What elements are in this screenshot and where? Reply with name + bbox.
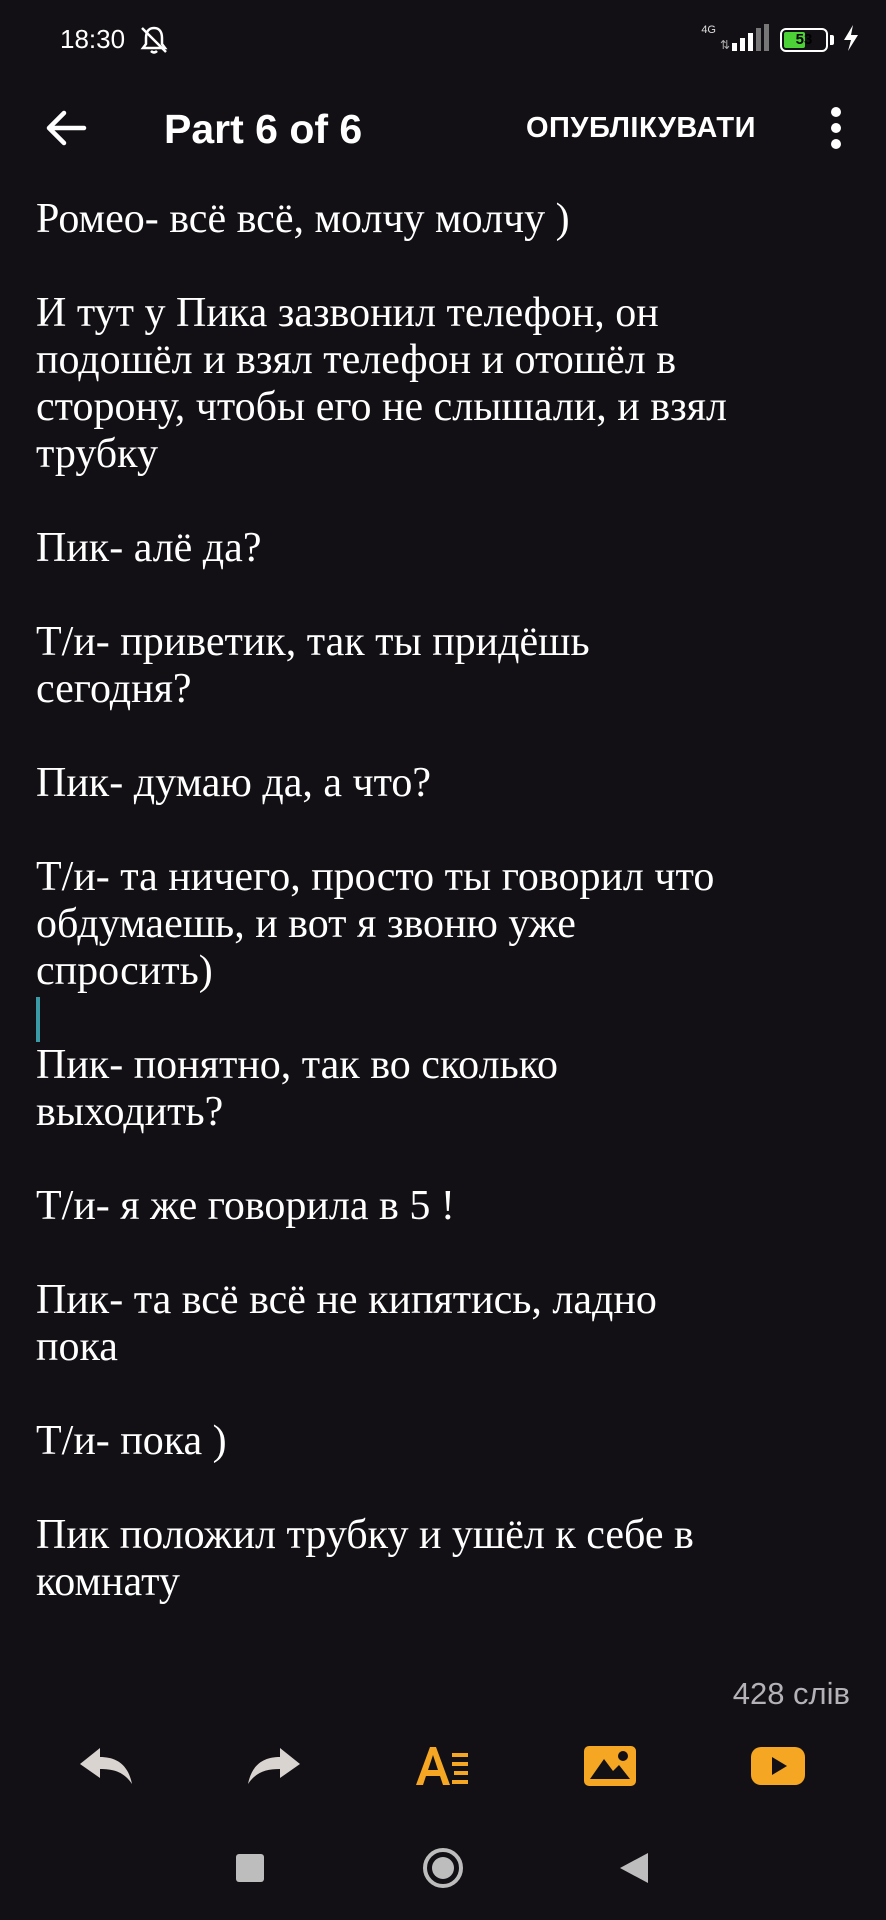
- text-line: трубку: [36, 431, 158, 477]
- text-line: Пик- думаю да, а что?: [36, 760, 432, 806]
- text-format-button[interactable]: [410, 1736, 474, 1800]
- charging-icon: [842, 24, 860, 57]
- status-time: 18:30: [60, 24, 126, 54]
- text-line: подошёл и взял телефон и отошёл в: [36, 337, 677, 383]
- back-nav-button[interactable]: [604, 1840, 664, 1900]
- undo-icon: [78, 1744, 134, 1793]
- battery-level: 53: [795, 31, 813, 48]
- insert-video-icon: [750, 1743, 806, 1794]
- page-title: Part 6 of 6: [164, 106, 363, 152]
- battery-icon: 53: [780, 28, 828, 52]
- text-line: [36, 478, 856, 525]
- home-button[interactable]: [413, 1840, 473, 1900]
- text-line: Ромео- всё всё, молчу молчу ): [36, 196, 570, 242]
- recents-button[interactable]: [220, 1840, 280, 1900]
- text-line: сегодня?: [36, 666, 192, 712]
- status-bar: 18:30 4G ⇅ 53: [0, 0, 886, 80]
- network-type: 4G: [701, 24, 716, 36]
- story-text-editor[interactable]: Ромео- всё всё, молчу молчу ) И тут у Пи…: [36, 196, 856, 1606]
- redo-button[interactable]: [242, 1736, 306, 1800]
- text-line: [36, 807, 856, 854]
- word-count: 428 слів: [732, 1676, 850, 1711]
- insert-video-button[interactable]: [746, 1736, 810, 1800]
- home-icon: [421, 1846, 465, 1895]
- back-nav-icon: [618, 1851, 650, 1890]
- cursor-line: [36, 995, 856, 1042]
- system-nav-bar: [0, 1826, 886, 1920]
- text-line: Т/и- я же говорила в 5 !: [36, 1183, 455, 1229]
- editor-toolbar: [0, 1728, 886, 1808]
- text-line: обдумаешь, и вот я звоню уже: [36, 901, 576, 947]
- text-line: Т/и- пока ): [36, 1418, 227, 1464]
- text-line: [36, 243, 856, 290]
- recents-icon: [235, 1853, 265, 1888]
- alarm-off-icon: [136, 22, 172, 58]
- text-line: Пик- алё да?: [36, 525, 262, 571]
- text-format-icon: [414, 1743, 470, 1794]
- text-line: пока: [36, 1324, 118, 1370]
- text-line: выходить?: [36, 1089, 224, 1135]
- redo-icon: [246, 1744, 302, 1793]
- publish-button[interactable]: ОПУБЛІКУВАТИ: [526, 112, 756, 145]
- text-line: [36, 1371, 856, 1418]
- undo-button[interactable]: [74, 1736, 138, 1800]
- text-line: [36, 1465, 856, 1512]
- more-vert-icon: [829, 106, 843, 155]
- insert-image-button[interactable]: [578, 1736, 642, 1800]
- back-arrow-icon: [44, 106, 88, 155]
- insert-image-icon: [582, 1743, 638, 1794]
- text-line: Пик положил трубку и ушёл к себе в: [36, 1512, 694, 1558]
- text-line: [36, 572, 856, 619]
- text-line: Пик- понятно, так во сколько: [36, 1042, 559, 1088]
- text-line: Пик- та всё всё не кипятись, ладно: [36, 1277, 657, 1323]
- text-line: комнату: [36, 1559, 180, 1605]
- text-line: сторону, чтобы его не слышали, и взял: [36, 384, 727, 430]
- text-line: спросить): [36, 948, 213, 994]
- app-bar: Part 6 of 6 ОПУБЛІКУВАТИ: [0, 80, 886, 180]
- svg-text:⇅: ⇅: [720, 38, 730, 52]
- text-cursor: [36, 997, 40, 1042]
- back-button[interactable]: [34, 98, 98, 162]
- text-line: И тут у Пика зазвонил телефон, он: [36, 290, 659, 336]
- text-line: [36, 1136, 856, 1183]
- more-options-button[interactable]: [816, 102, 856, 158]
- battery-tip: [830, 35, 834, 45]
- text-line: Т/и- приветик, так ты придёшь: [36, 619, 590, 665]
- signal-icon: ⇅: [720, 23, 772, 58]
- text-line: [36, 713, 856, 760]
- text-line: [36, 1230, 856, 1277]
- text-line: Т/и- та ничего, просто ты говорил что: [36, 854, 715, 900]
